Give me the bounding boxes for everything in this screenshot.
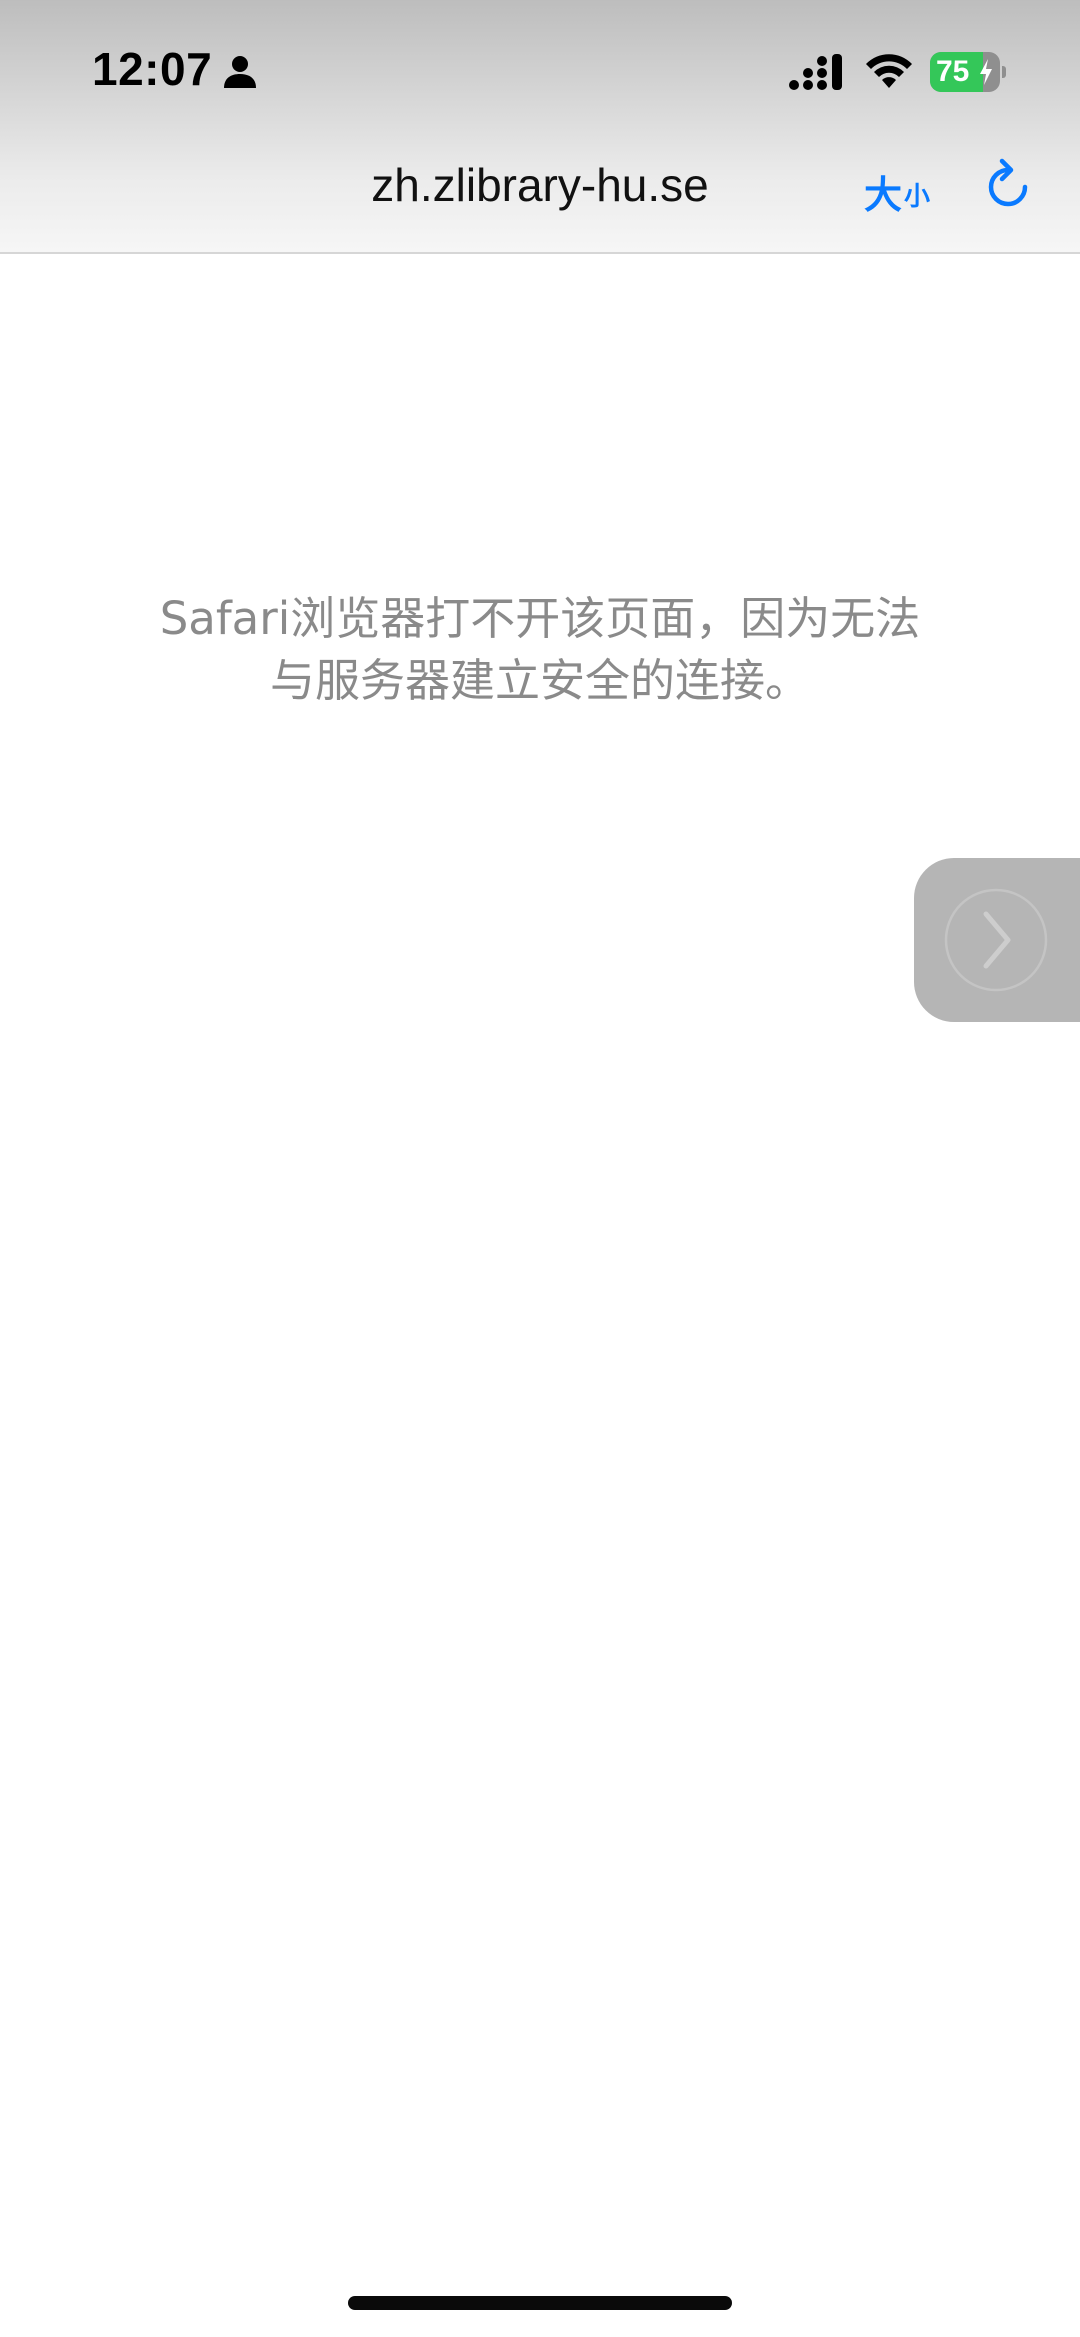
text-size-small-label: 小 bbox=[904, 182, 931, 212]
battery-icon: 75 bbox=[930, 52, 1006, 92]
safari-page: 12:07 75 zh.zlibrary-hu.se 大 小 Safari浏览器… bbox=[0, 0, 1080, 2337]
wifi-icon bbox=[866, 54, 912, 88]
status-time: 12:07 bbox=[92, 43, 213, 95]
home-indicator[interactable] bbox=[348, 2296, 732, 2310]
cellular-signal-icon bbox=[789, 54, 842, 90]
floating-forward-button[interactable] bbox=[914, 858, 1080, 1022]
person-icon bbox=[224, 56, 256, 88]
charging-bolt-icon bbox=[980, 59, 992, 85]
text-size-big-label: 大 bbox=[864, 173, 903, 217]
top-chrome: 12:07 75 zh.zlibrary-hu.se 大 小 bbox=[0, 0, 1080, 254]
error-line-1: Safari浏览器打不开该页面，因为无法 bbox=[159, 592, 921, 645]
error-message: Safari浏览器打不开该页面，因为无法 与服务器建立安全的连接。 bbox=[100, 588, 980, 712]
text-size-button[interactable]: 大 小 bbox=[858, 156, 938, 220]
error-line-2: 与服务器建立安全的连接。 bbox=[269, 654, 810, 707]
chevron-right-icon bbox=[944, 888, 1048, 992]
status-bar: 12:07 75 bbox=[0, 0, 1080, 140]
address-bar: zh.zlibrary-hu.se 大 小 bbox=[0, 140, 1080, 250]
reload-icon[interactable] bbox=[978, 152, 1038, 222]
url-text[interactable]: zh.zlibrary-hu.se bbox=[240, 158, 840, 212]
